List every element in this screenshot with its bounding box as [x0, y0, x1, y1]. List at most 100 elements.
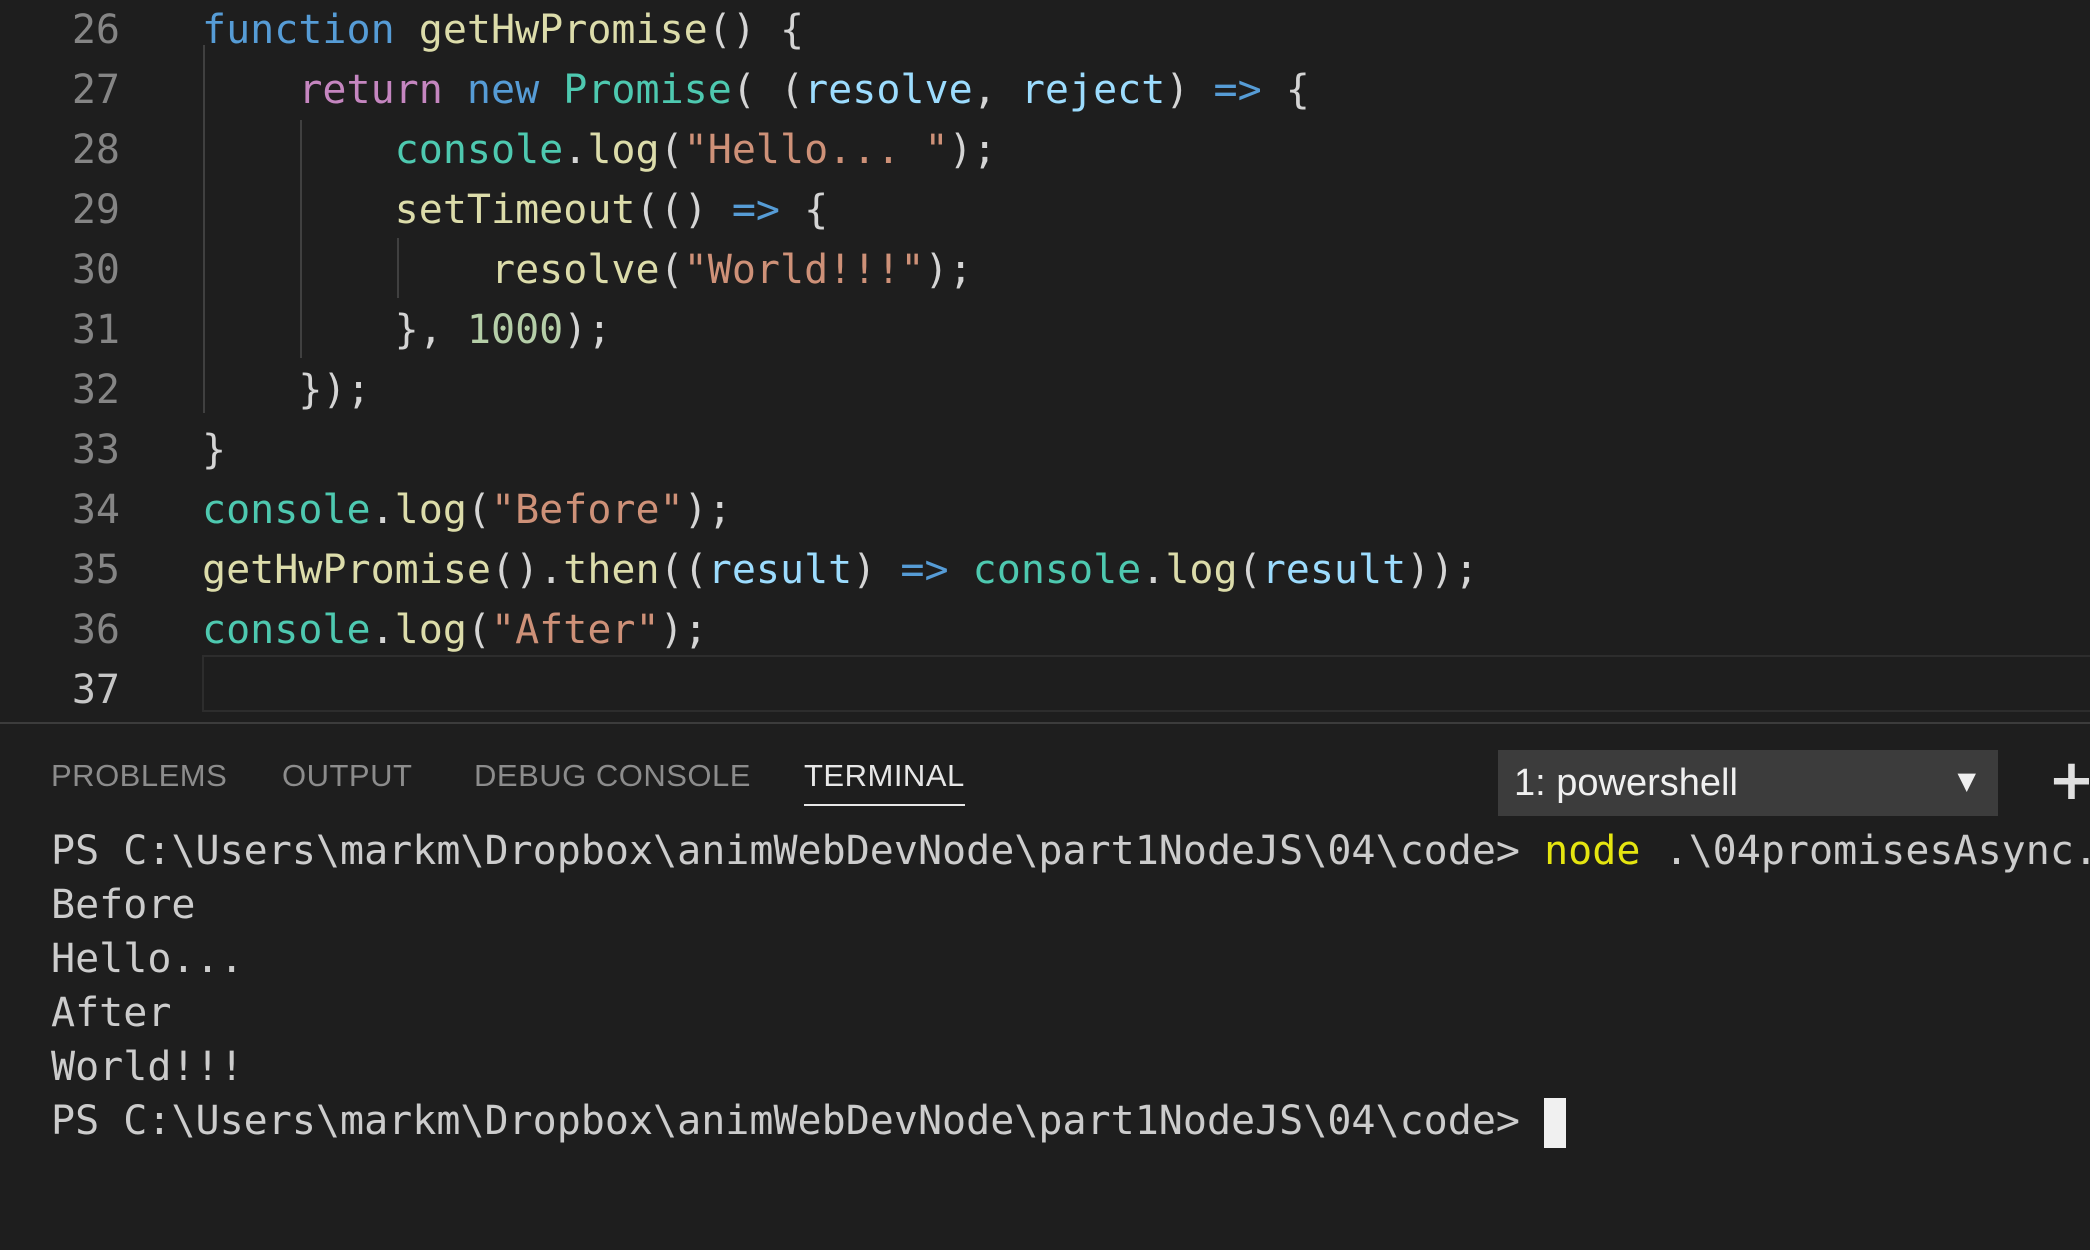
terminal-shell-select[interactable]: 1: powershell ▼ [1498, 750, 1998, 816]
terminal-output-line: World!!! [51, 1044, 244, 1090]
code-token: ( ( [731, 67, 805, 113]
code-text: console.log("Hello... "); [202, 120, 997, 180]
add-terminal-icon[interactable]: + [2048, 748, 2090, 814]
code-token: log [394, 487, 467, 533]
tab-debug-console[interactable]: DEBUG CONSOLE [474, 758, 751, 794]
code-token: function [202, 7, 395, 53]
code-line: 35 getHwPromise().then((result) => consol… [0, 540, 2090, 600]
code-token: { [1261, 67, 1310, 113]
terminal-prompt-line: PS C:\Users\markm\Dropbox\animWebDevNode… [51, 1094, 1567, 1148]
terminal-cursor [1544, 1098, 1567, 1148]
code-token: console [202, 607, 371, 653]
code-token: return [298, 67, 443, 113]
code-editor[interactable]: 26 function getHwPromise () {27 return new… [0, 0, 2090, 722]
code-token: result [1261, 547, 1407, 593]
code-token: new [466, 67, 540, 113]
code-token: "After" [491, 607, 660, 653]
code-token: "Hello... " [683, 127, 949, 173]
code-token: ( [659, 247, 684, 293]
bottom-panel: PROBLEMS OUTPUT DEBUG CONSOLE TERMINAL 1… [0, 722, 2090, 1250]
line-number: 37 [71, 667, 120, 713]
terminal-output-line: After [51, 990, 172, 1036]
code-line: 36 console.log("After"); [0, 600, 2090, 660]
code-token: . [370, 607, 395, 653]
code-token: . [1141, 547, 1166, 593]
code-token: ) [1165, 67, 1214, 113]
terminal-command: node [1544, 828, 1641, 874]
code-token: . [370, 487, 395, 533]
code-line: 32 }); [0, 360, 2090, 420]
terminal-output[interactable]: PS C:\Users\markm\Dropbox\animWebDevNode… [0, 824, 2090, 1250]
code-token: ( [1237, 547, 1262, 593]
code-token: }, [202, 307, 467, 353]
terminal-output-line: Before [51, 882, 196, 928]
code-token: (). [490, 547, 564, 593]
code-token: setTimeout [394, 187, 636, 233]
code-token: console [202, 487, 371, 533]
code-token: ( [466, 487, 492, 533]
code-line: 26 function getHwPromise() { [0, 0, 2090, 60]
code-token: ( [466, 607, 492, 653]
tab-terminal[interactable]: TERMINAL [804, 758, 965, 806]
code-token: )); [1406, 547, 1479, 593]
chevron-down-icon: ▼ [1957, 767, 1976, 795]
code-token: ); [563, 307, 612, 353]
terminal-command-line: PS C:\Users\markm\Dropbox\animWebDevNode… [51, 824, 2090, 878]
code-token: => [900, 547, 949, 593]
code-token: , [972, 67, 1021, 113]
line-number: 28 [71, 127, 120, 173]
code-text: console.log("After"); [202, 600, 708, 660]
code-token: resolve [490, 247, 660, 293]
code-text: } [202, 420, 226, 480]
terminal-output-line: Hello... [51, 936, 244, 982]
vscode-window: 26 function getHwPromise () {27 return new… [0, 0, 2090, 1250]
line-number: 36 [71, 607, 120, 653]
code-token: (() [635, 187, 732, 233]
line-number: 34 [71, 487, 120, 533]
code-token: log [587, 127, 660, 173]
code-token: resolve [804, 67, 973, 113]
code-text: return new Promise( (resolve, reject) =>… [202, 60, 1310, 120]
code-token: console [394, 127, 564, 173]
line-number: 30 [71, 247, 120, 293]
code-line: 29 setTimeout(() => { [0, 180, 2090, 240]
code-token: console [972, 547, 1142, 593]
code-token: ) [852, 547, 901, 593]
code-line: 27 return new Promise( (resolve, reject)… [0, 60, 2090, 120]
code-token: 1000 [466, 307, 564, 353]
code-token: ); [948, 127, 997, 173]
line-number: 26 [71, 7, 120, 53]
code-line: 28 console.log("Hello... "); [0, 120, 2090, 180]
code-line: 31 }, 1000); [0, 300, 2090, 360]
line-number: 32 [71, 367, 120, 413]
code-token: }); [202, 367, 371, 413]
code-token: } [202, 427, 227, 473]
code-line: 37 [0, 660, 2090, 720]
code-token: { [779, 187, 829, 233]
code-token: "World!!!" [683, 247, 925, 293]
terminal-prompt: PS C:\Users\markm\Dropbox\animWebDevNode… [51, 828, 1545, 874]
code-text: }, 1000); [202, 300, 612, 360]
code-token: reject [1020, 67, 1166, 113]
line-number: 31 [71, 307, 120, 353]
code-token: Promise [563, 67, 732, 113]
code-text: console.log("Before"); [202, 480, 732, 540]
code-line: 33} [0, 420, 2090, 480]
tab-problems[interactable]: PROBLEMS [51, 758, 227, 794]
code-token: ); [924, 247, 973, 293]
terminal-command-args: .\04promisesAsync.js [1664, 828, 2090, 874]
shell-select-value: 1: powershell [1514, 762, 1738, 804]
code-token: log [1165, 547, 1238, 593]
code-token: ( [659, 127, 684, 173]
tab-output[interactable]: OUTPUT [282, 758, 412, 794]
code-token: getHwPromise [418, 7, 708, 53]
line-number: 33 [71, 427, 120, 473]
code-token: ); [659, 607, 708, 653]
